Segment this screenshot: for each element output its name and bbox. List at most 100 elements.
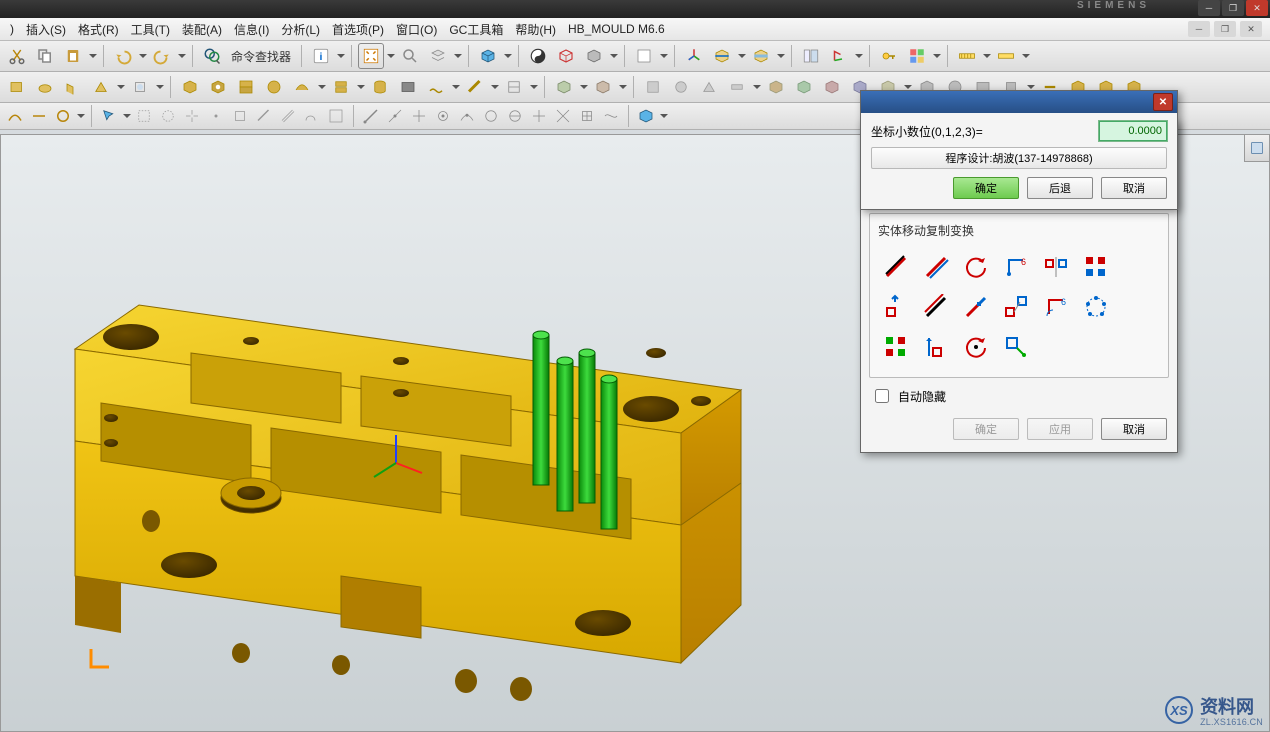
- info-icon[interactable]: i: [308, 43, 334, 69]
- g6-icon[interactable]: [791, 74, 817, 100]
- zoom-icon[interactable]: [397, 43, 423, 69]
- decimals-cancel-button[interactable]: 取消: [1101, 177, 1167, 199]
- measure-icon[interactable]: [954, 43, 980, 69]
- op2-dropdown[interactable]: [618, 75, 627, 99]
- snap10-icon[interactable]: [576, 105, 598, 127]
- sel8-icon[interactable]: [277, 105, 299, 127]
- point-to-point-icon[interactable]: [998, 289, 1034, 325]
- solid2-icon[interactable]: [205, 74, 231, 100]
- yinyang-icon[interactable]: [525, 43, 551, 69]
- op1-dropdown[interactable]: [579, 75, 588, 99]
- menu-hb-mould[interactable]: HB_MOULD M6.6: [562, 22, 671, 36]
- menu-window[interactable]: 窗口(O): [390, 21, 443, 38]
- decimals-dialog-close-icon[interactable]: ✕: [1153, 93, 1173, 111]
- shaded-dropdown[interactable]: [609, 44, 618, 68]
- close-button[interactable]: ✕: [1246, 0, 1268, 16]
- fit-view-icon[interactable]: [358, 43, 384, 69]
- solid3-icon[interactable]: [233, 74, 259, 100]
- solid6-dropdown[interactable]: [356, 75, 365, 99]
- solid9-icon[interactable]: [423, 74, 449, 100]
- snap6-icon[interactable]: [480, 105, 502, 127]
- box-icon[interactable]: [475, 43, 501, 69]
- clip-icon[interactable]: [748, 43, 774, 69]
- rotate-copy-icon[interactable]: 6: [1038, 289, 1074, 325]
- solid6-icon[interactable]: [328, 74, 354, 100]
- decimals-input[interactable]: [1099, 121, 1167, 141]
- sel9-icon[interactable]: [301, 105, 323, 127]
- op2-icon[interactable]: [590, 74, 616, 100]
- decimals-dialog-titlebar[interactable]: ✕: [861, 91, 1177, 113]
- move-line-icon[interactable]: [878, 249, 914, 285]
- paste-dropdown[interactable]: [88, 44, 97, 68]
- solid9-dropdown[interactable]: [451, 75, 460, 99]
- csys-icon[interactable]: [681, 43, 707, 69]
- part-nav-icon[interactable]: [798, 43, 824, 69]
- mdi-minimize-button[interactable]: ─: [1188, 21, 1210, 37]
- cube-icon[interactable]: [635, 105, 657, 127]
- menu-preferences[interactable]: 首选项(P): [326, 21, 390, 38]
- fit-view-dropdown[interactable]: [386, 44, 395, 68]
- to-wcs-icon[interactable]: [998, 329, 1034, 365]
- solid11-dropdown[interactable]: [529, 75, 538, 99]
- solid10-dropdown[interactable]: [490, 75, 499, 99]
- feature5-dropdown[interactable]: [155, 75, 164, 99]
- cube-dropdown[interactable]: [659, 104, 668, 128]
- g7-icon[interactable]: [819, 74, 845, 100]
- section-icon[interactable]: [709, 43, 735, 69]
- swatch-dropdown[interactable]: [659, 44, 668, 68]
- menu-insert[interactable]: 插入(S): [20, 21, 72, 38]
- wcs-icon[interactable]: [826, 43, 852, 69]
- undo-icon[interactable]: [110, 43, 136, 69]
- section-dropdown[interactable]: [737, 44, 746, 68]
- feature3-icon[interactable]: [60, 74, 86, 100]
- feature4-icon[interactable]: [88, 74, 114, 100]
- command-finder-label[interactable]: 命令查找器: [227, 48, 295, 65]
- menu-analysis[interactable]: 分析(L): [275, 21, 326, 38]
- curve1-icon[interactable]: [4, 105, 26, 127]
- sel5-icon[interactable]: [205, 105, 227, 127]
- sel1-icon[interactable]: [98, 105, 120, 127]
- scale-axis-icon[interactable]: 6: [998, 249, 1034, 285]
- feature4-dropdown[interactable]: [116, 75, 125, 99]
- auto-hide-checkbox[interactable]: 自动隐藏: [871, 386, 1169, 406]
- copy-line-icon[interactable]: [918, 249, 954, 285]
- solid5-dropdown[interactable]: [317, 75, 326, 99]
- feature1-icon[interactable]: [4, 74, 30, 100]
- swatch-icon[interactable]: [631, 43, 657, 69]
- minimize-button[interactable]: ─: [1198, 0, 1220, 16]
- snap9-icon[interactable]: [552, 105, 574, 127]
- assembly-dropdown[interactable]: [932, 44, 941, 68]
- array-grid-icon[interactable]: [1078, 249, 1114, 285]
- copy-icon[interactable]: [32, 43, 58, 69]
- mdi-restore-button[interactable]: ❐: [1214, 21, 1236, 37]
- snap2-icon[interactable]: [384, 105, 406, 127]
- paste-icon[interactable]: [60, 43, 86, 69]
- op1-icon[interactable]: [551, 74, 577, 100]
- sel3-icon[interactable]: [157, 105, 179, 127]
- g4-icon[interactable]: [724, 74, 750, 100]
- rotate-2-icon[interactable]: [958, 329, 994, 365]
- redo-icon[interactable]: [149, 43, 175, 69]
- feature5-icon[interactable]: [127, 74, 153, 100]
- snap4-icon[interactable]: [432, 105, 454, 127]
- curve2-icon[interactable]: [28, 105, 50, 127]
- sel1-dropdown[interactable]: [122, 104, 131, 128]
- sel10-icon[interactable]: [325, 105, 347, 127]
- layer-dropdown[interactable]: [453, 44, 462, 68]
- redo-dropdown[interactable]: [177, 44, 186, 68]
- solid8-icon[interactable]: [395, 74, 421, 100]
- undo-dropdown[interactable]: [138, 44, 147, 68]
- maximize-button[interactable]: ❐: [1222, 0, 1244, 16]
- dialog-cancel-button[interactable]: 取消: [1101, 418, 1167, 440]
- solid7-icon[interactable]: [367, 74, 393, 100]
- wcs-dropdown[interactable]: [854, 44, 863, 68]
- solid5-icon[interactable]: [289, 74, 315, 100]
- pattern-circ-icon[interactable]: [1078, 289, 1114, 325]
- snap5-icon[interactable]: [456, 105, 478, 127]
- menu-assembly[interactable]: 装配(A): [176, 21, 228, 38]
- key-icon[interactable]: [876, 43, 902, 69]
- menu-info[interactable]: 信息(I): [228, 21, 275, 38]
- g4-dropdown[interactable]: [752, 75, 761, 99]
- snap7-icon[interactable]: [504, 105, 526, 127]
- wireframe-icon[interactable]: [553, 43, 579, 69]
